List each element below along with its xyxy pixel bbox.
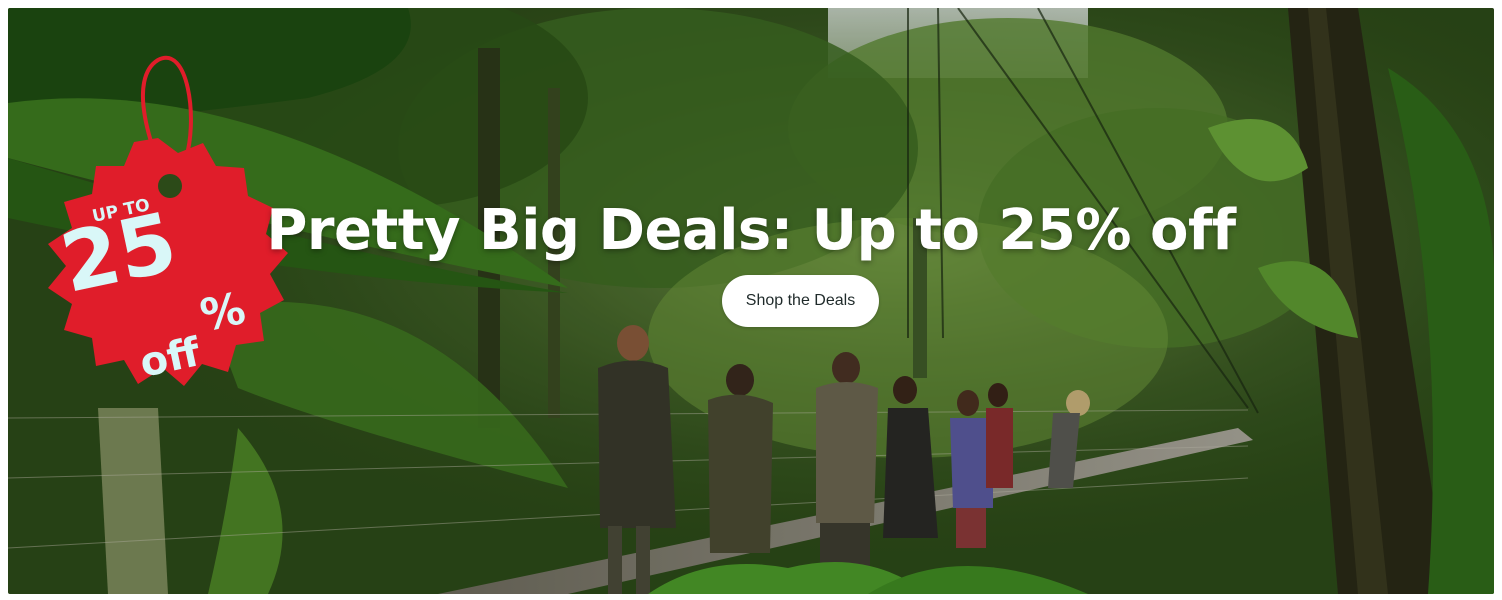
hero-headline: Pretty Big Deals: Up to 25% off [266, 198, 1236, 263]
badge-percent-sign: % [196, 282, 250, 343]
hero-banner[interactable]: UP TO 25 % off Pretty Big Deals: Up to 2… [8, 8, 1494, 594]
badge-off-label: off [135, 329, 205, 387]
shop-the-deals-button[interactable]: Shop the Deals [722, 275, 879, 327]
